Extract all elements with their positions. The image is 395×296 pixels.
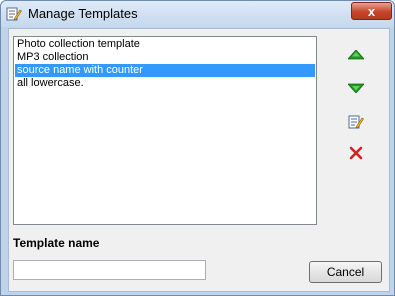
title-bar[interactable]: Manage Templates x (1, 1, 394, 27)
dialog-body: Photo collection template MP3 collection… (8, 28, 390, 292)
cancel-button[interactable]: Cancel (309, 261, 382, 283)
close-icon: x (367, 3, 376, 19)
arrow-up-icon (348, 49, 364, 60)
move-down-button[interactable] (343, 75, 369, 100)
move-up-button[interactable] (343, 42, 369, 67)
template-name-label: Template name (13, 236, 100, 250)
edit-icon (348, 114, 364, 130)
manage-templates-window: Manage Templates x Photo collection temp… (0, 0, 395, 296)
template-name-input[interactable] (13, 260, 206, 280)
list-item-selected[interactable]: source name with counter (15, 64, 315, 77)
arrow-down-icon (348, 83, 364, 93)
list-item[interactable]: all lowercase. (15, 77, 315, 90)
list-item[interactable]: Photo collection template (15, 38, 315, 51)
cancel-button-label: Cancel (326, 265, 365, 279)
edit-button[interactable] (343, 109, 369, 134)
edit-document-icon (6, 6, 22, 22)
delete-button[interactable] (343, 140, 369, 165)
templates-list[interactable]: Photo collection template MP3 collection… (13, 36, 317, 225)
close-button[interactable]: x (351, 2, 392, 20)
list-item[interactable]: MP3 collection (15, 51, 315, 64)
window-title: Manage Templates (28, 6, 138, 21)
delete-icon (349, 146, 363, 160)
